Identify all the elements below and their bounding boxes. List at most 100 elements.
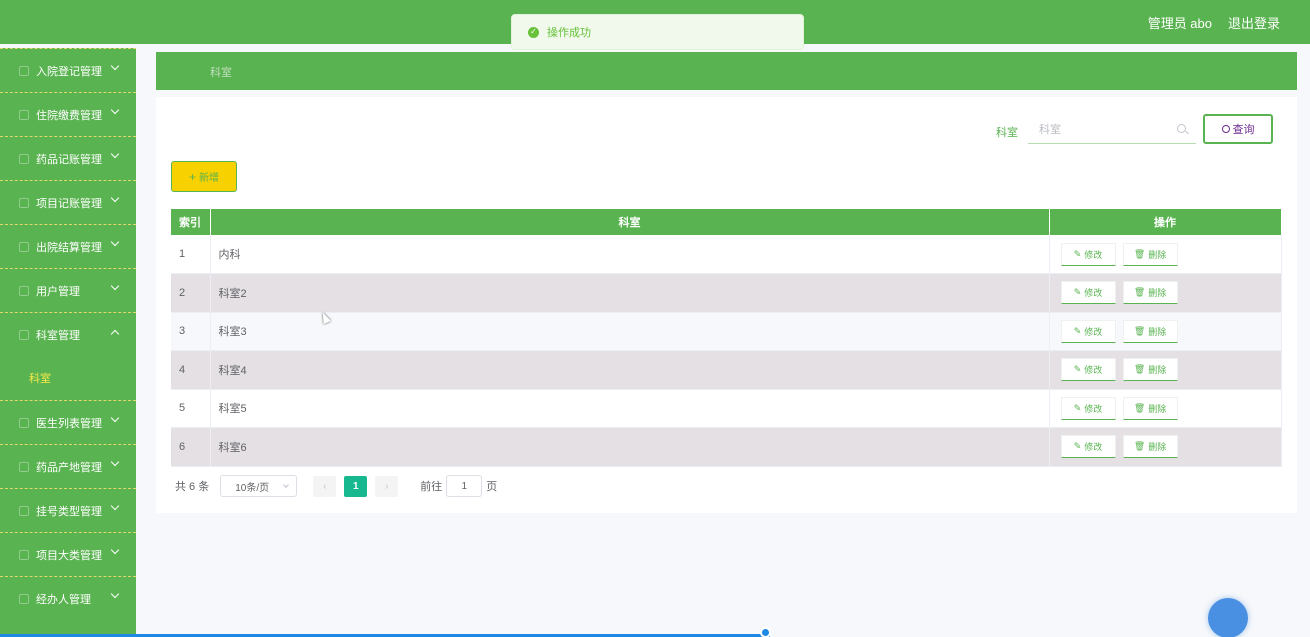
- menu-icon: [18, 285, 30, 297]
- table-row: 6 科室6 ✎ 修改 🗑 删除: [171, 427, 1282, 467]
- delete-button[interactable]: 🗑 删除: [1122, 319, 1178, 343]
- pagination: 共 6 条 10条/页 ‹ 1 › 前往 页: [175, 475, 497, 497]
- row-department: 科室6: [210, 427, 1050, 467]
- search-label: 科室: [996, 127, 1018, 139]
- edit-icon: ✎: [1073, 248, 1082, 259]
- row-index: 3: [171, 312, 211, 351]
- edit-button[interactable]: ✎ 修改: [1060, 396, 1116, 420]
- delete-button[interactable]: 🗑 删除: [1122, 281, 1178, 305]
- add-button[interactable]: + 新增: [171, 161, 237, 192]
- logout-link[interactable]: 退出登录: [1228, 13, 1280, 32]
- sidebar-item-doctors[interactable]: 医生列表管理: [0, 400, 136, 444]
- chevron-down-icon: [110, 457, 120, 467]
- delete-button-label: 删除: [1148, 442, 1167, 453]
- sidebar-item-label: 项目记账管理: [36, 197, 102, 210]
- sidebar-item-payment[interactable]: 住院缴费管理: [0, 92, 136, 136]
- query-button[interactable]: 查询: [1203, 114, 1273, 144]
- page-number-button[interactable]: 1: [344, 475, 368, 497]
- edit-button[interactable]: ✎ 修改: [1060, 319, 1116, 343]
- delete-button[interactable]: 🗑 删除: [1122, 435, 1178, 459]
- row-index: 1: [171, 235, 211, 274]
- menu-icon: [18, 65, 30, 77]
- chevron-down-icon: [110, 281, 120, 291]
- delete-button[interactable]: 🗑 删除: [1122, 358, 1178, 382]
- delete-button[interactable]: 🗑 删除: [1122, 242, 1178, 266]
- row-index: 2: [171, 273, 211, 313]
- page-size-value: 10条/页: [235, 482, 270, 494]
- menu-icon: [18, 549, 30, 561]
- sidebar-item-label: 住院缴费管理: [36, 109, 102, 122]
- sidebar-item-label: 项目大类管理: [36, 549, 102, 562]
- edit-icon: ✎: [1073, 402, 1082, 413]
- table-header-row: 索引 科室 操作: [171, 209, 1282, 235]
- sidebar: 入院登记管理 住院缴费管理 药品记账管理 项目记账管理 出院结算管理 用户管理 …: [0, 48, 136, 637]
- breadcrumb: 科室: [156, 52, 1297, 90]
- delete-button-label: 删除: [1148, 326, 1167, 337]
- sidebar-item-admission[interactable]: 入院登记管理: [0, 48, 136, 92]
- menu-icon: [18, 197, 30, 209]
- next-page-button[interactable]: ›: [375, 475, 399, 497]
- sidebar-item-departments[interactable]: 科室管理: [0, 312, 136, 356]
- sidebar-item-drug-origin[interactable]: 药品产地管理: [0, 444, 136, 488]
- trash-icon: 🗑: [1133, 325, 1146, 336]
- edit-button-label: 修改: [1084, 288, 1103, 299]
- row-department: 科室2: [210, 273, 1050, 313]
- add-button-label: 新增: [199, 173, 219, 184]
- data-table: 索引 科室 操作 1 内科 ✎修改 🗑删除 2 科室2 ✎修改 🗑删除: [171, 209, 1282, 467]
- chevron-down-icon: [110, 193, 120, 203]
- row-department: 内科: [210, 235, 1050, 274]
- prev-page-button[interactable]: ‹: [313, 475, 337, 497]
- trash-icon: 🗑: [1133, 364, 1146, 375]
- success-toast: ✓ 操作成功: [511, 14, 804, 50]
- edit-button[interactable]: ✎ 修改: [1060, 281, 1116, 305]
- check-circle-icon: ✓: [528, 26, 539, 38]
- sidebar-item-handlers[interactable]: 经办人管理: [0, 576, 136, 620]
- menu-icon: [18, 417, 30, 429]
- row-actions: ✎ 修改 🗑 删除: [1049, 350, 1282, 390]
- row-department: 科室4: [210, 350, 1050, 390]
- sidebar-item-label: 用户管理: [36, 285, 80, 298]
- sidebar-item-label: 药品产地管理: [36, 461, 102, 474]
- search-input[interactable]: [1028, 117, 1196, 144]
- row-actions: ✎ 修改 🗑 删除: [1049, 273, 1282, 313]
- sidebar-item-discharge[interactable]: 出院结算管理: [0, 224, 136, 268]
- delete-button[interactable]: 🗑 删除: [1122, 396, 1178, 420]
- table-row: 2 科室2 ✎ 修改 🗑 删除: [171, 273, 1282, 313]
- table-row: 3 科室3 ✎ 修改 🗑 删除: [171, 312, 1282, 351]
- chevron-up-icon: [110, 329, 120, 339]
- chevron-down-icon: [110, 237, 120, 247]
- page-size-select[interactable]: 10条/页: [220, 475, 298, 497]
- column-header-index: 索引: [171, 209, 211, 235]
- user-label: 管理员 abo: [1147, 16, 1212, 31]
- sidebar-subitem-department[interactable]: 科室: [0, 356, 136, 400]
- row-actions: ✎ 修改 🗑 删除: [1049, 235, 1282, 274]
- floating-assistant-icon[interactable]: [1208, 598, 1248, 637]
- edit-icon: ✎: [1073, 364, 1082, 375]
- sidebar-item-label: 科室管理: [36, 329, 80, 342]
- delete-button-label: 删除: [1148, 249, 1167, 260]
- chevron-down-icon: [110, 413, 120, 423]
- sidebar-item-project-categories[interactable]: 项目大类管理: [0, 532, 136, 576]
- menu-icon: [18, 109, 30, 121]
- edit-button[interactable]: ✎ 修改: [1060, 242, 1116, 266]
- row-actions: ✎ 修改 🗑 删除: [1049, 312, 1282, 351]
- trash-icon: 🗑: [1133, 441, 1146, 452]
- row-department: 科室3: [210, 312, 1050, 351]
- sidebar-item-label: 挂号类型管理: [36, 505, 102, 518]
- table-row: 5 科室5 ✎ 修改 🗑 删除: [171, 389, 1282, 428]
- row-actions: ✎ 修改 🗑 删除: [1049, 389, 1282, 428]
- sidebar-item-users[interactable]: 用户管理: [0, 268, 136, 312]
- trash-icon: 🗑: [1133, 248, 1146, 259]
- sidebar-item-label: 医生列表管理: [36, 417, 102, 430]
- sidebar-item-drug-accounting[interactable]: 药品记账管理: [0, 136, 136, 180]
- toast-message: 操作成功: [547, 27, 591, 39]
- column-header-department: 科室: [210, 209, 1050, 235]
- edit-button[interactable]: ✎ 修改: [1060, 358, 1116, 382]
- search-icon: [1221, 125, 1230, 133]
- trash-icon: 🗑: [1133, 287, 1146, 298]
- table-row: 1 内科 ✎ 修改 🗑 删除: [171, 235, 1282, 274]
- sidebar-item-registration-types[interactable]: 挂号类型管理: [0, 488, 136, 532]
- edit-button[interactable]: ✎ 修改: [1060, 435, 1116, 459]
- sidebar-item-project-accounting[interactable]: 项目记账管理: [0, 180, 136, 224]
- goto-page-input[interactable]: [446, 475, 483, 497]
